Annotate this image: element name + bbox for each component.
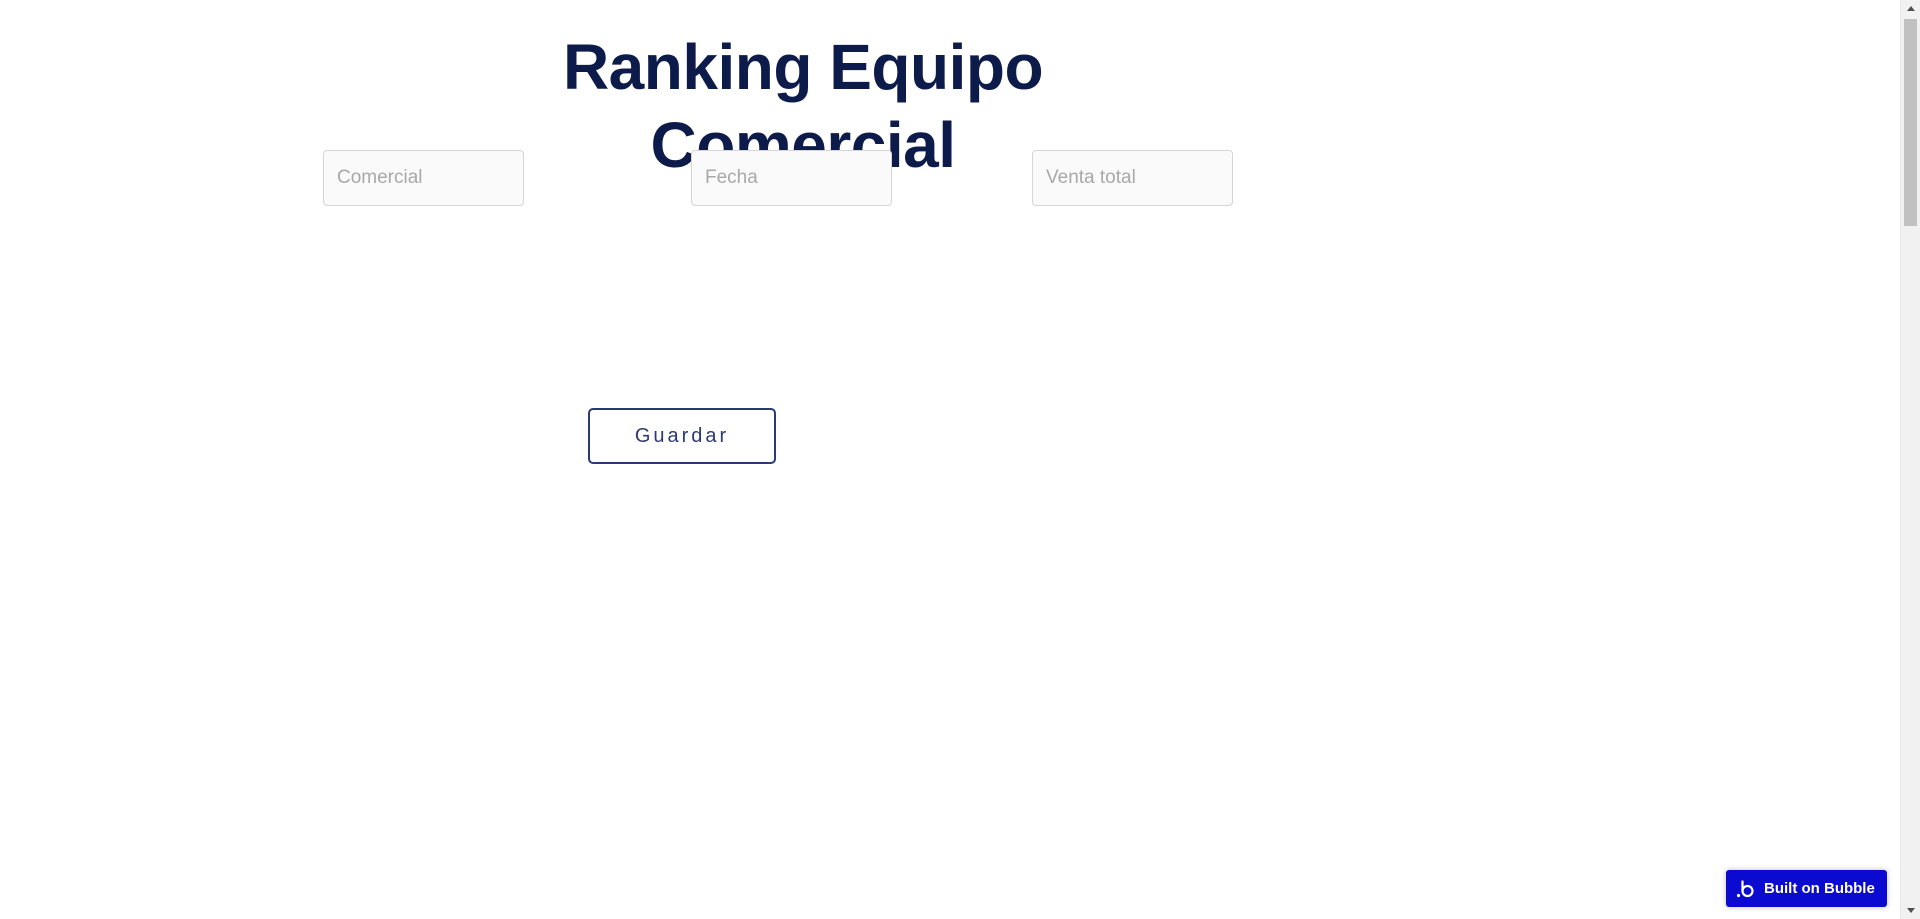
scroll-up-button[interactable]: [1901, 0, 1920, 17]
bubble-logo-icon: [1736, 879, 1756, 899]
comercial-input[interactable]: [323, 150, 524, 206]
scroll-thumb[interactable]: [1904, 19, 1917, 226]
scroll-down-button[interactable]: [1901, 902, 1920, 919]
venta-total-input[interactable]: [1032, 150, 1233, 206]
built-on-bubble-badge[interactable]: Built on Bubble: [1726, 870, 1887, 907]
fecha-input[interactable]: [691, 150, 892, 206]
vertical-scrollbar[interactable]: [1900, 0, 1920, 919]
page: Ranking Equipo Comercial Guardar Built o…: [0, 0, 1920, 919]
badge-label: Built on Bubble: [1764, 880, 1875, 897]
save-button[interactable]: Guardar: [588, 408, 776, 464]
arrow-down-icon: [1906, 908, 1915, 913]
arrow-up-icon: [1906, 6, 1915, 11]
